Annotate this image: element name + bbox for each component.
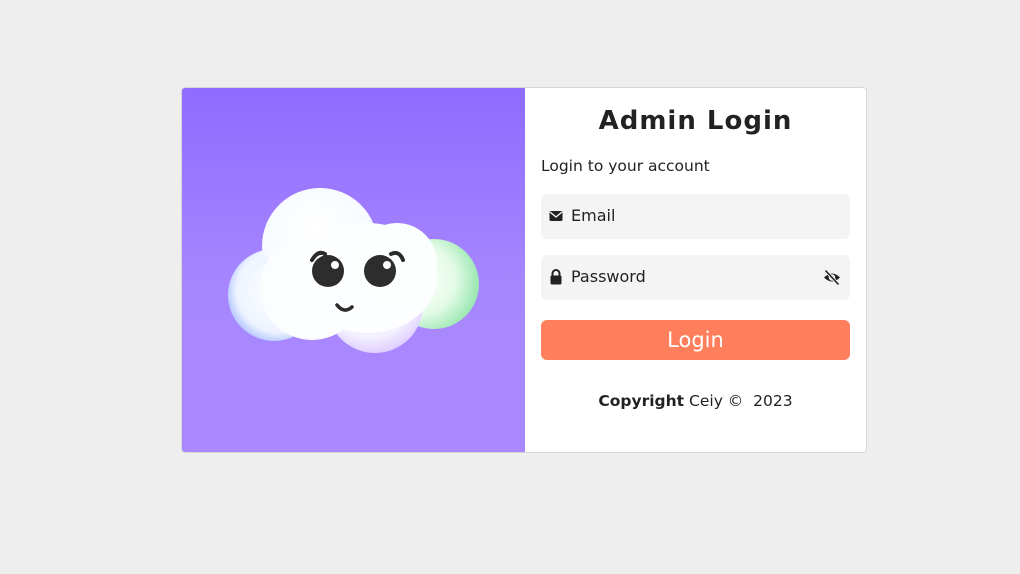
page-title: Admin Login (598, 106, 793, 136)
lock-icon (550, 269, 562, 285)
copyright-text: Copyright Ceiy © 2023 (525, 392, 866, 410)
login-button[interactable]: Login (541, 320, 850, 360)
copyright-year: 2023 (753, 392, 793, 410)
email-field[interactable]: Email (541, 194, 850, 239)
email-placeholder: Email (571, 206, 616, 225)
copyright-label: Copyright (598, 392, 685, 410)
cloud-mascot-illustration (228, 188, 479, 353)
login-card: Admin Login Login to your account Email … (181, 87, 867, 453)
illustration-panel (182, 88, 525, 452)
login-form: Admin Login Login to your account Email … (525, 88, 866, 452)
password-placeholder: Password (571, 267, 646, 286)
login-subtitle: Login to your account (541, 157, 710, 175)
password-field[interactable]: Password (541, 255, 850, 300)
eye-slash-icon[interactable] (823, 269, 841, 286)
copyright-owner: Ceiy © (689, 392, 744, 410)
envelope-icon (549, 211, 563, 221)
